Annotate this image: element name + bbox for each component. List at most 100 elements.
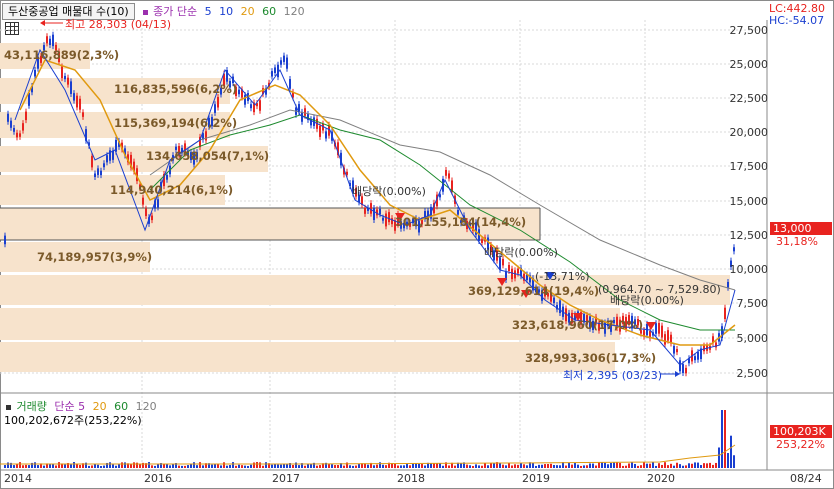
candle — [508, 265, 510, 271]
candle — [655, 323, 657, 334]
candle — [289, 79, 291, 89]
volume-bar — [202, 465, 204, 468]
volume-bar — [49, 464, 51, 468]
volume-bar — [721, 410, 723, 468]
volume-bar — [688, 463, 690, 468]
volume-bar — [550, 463, 552, 468]
volume-bar — [619, 462, 621, 468]
volume-bar — [349, 465, 351, 468]
candle — [7, 113, 9, 122]
volume-bar — [526, 465, 528, 468]
volume-bar — [259, 462, 261, 468]
volume-bar — [493, 463, 495, 468]
price-tick: 5,000 — [736, 332, 769, 345]
candle — [100, 170, 102, 176]
volume-bar — [547, 464, 549, 468]
volume-bar — [601, 462, 603, 468]
volume-bar — [295, 462, 297, 468]
candle — [238, 89, 240, 95]
volume-bar — [181, 465, 183, 468]
volume-bar — [16, 464, 18, 468]
volume-bar — [355, 465, 357, 468]
candle — [304, 108, 306, 116]
volume-bar — [679, 464, 681, 468]
volume-bar — [580, 465, 582, 468]
volume-bar — [406, 464, 408, 468]
volume-bar — [214, 464, 216, 468]
candle — [67, 77, 69, 85]
candle — [370, 203, 372, 214]
volume-bar — [409, 465, 411, 468]
x-tick: 2014 — [4, 472, 32, 485]
price-tick: 7,500 — [736, 297, 769, 310]
candle — [733, 247, 735, 252]
volume-bar — [724, 410, 726, 468]
volume-tag: 100,203K — [770, 425, 832, 438]
candle — [73, 93, 75, 101]
volume-bar — [235, 465, 237, 468]
candle — [682, 364, 684, 374]
candle — [49, 38, 51, 46]
candle — [319, 125, 321, 137]
volume-bar — [343, 465, 345, 468]
candle — [151, 215, 153, 221]
volume-bar — [73, 462, 75, 468]
candle — [676, 349, 678, 353]
candle — [553, 297, 555, 304]
volume-bar — [592, 463, 594, 468]
volume-bar — [499, 462, 501, 468]
volume-bar — [517, 464, 519, 468]
candle — [61, 66, 63, 79]
volume-bar — [217, 463, 219, 468]
candle — [217, 97, 219, 108]
vp-label: 115,369,194(6,2%) — [114, 116, 238, 130]
volume-bar — [43, 465, 45, 468]
vp-label: 134,658,054(7,1%) — [146, 149, 270, 163]
volume-bar — [604, 462, 606, 468]
current-price-tag: 13,000 — [770, 222, 832, 235]
stock-chart-window: 두산중공업 매물대 수(10) 종가 단순 5 10 20 60 120 LC:… — [0, 0, 834, 489]
volume-bar — [643, 462, 645, 468]
price-tick: 12,500 — [729, 229, 769, 242]
candle — [271, 71, 273, 77]
vp-label: 114,940,214(6,1%) — [110, 183, 234, 197]
volume-bar — [25, 464, 27, 468]
volume-bar — [538, 464, 540, 468]
volume-bar — [412, 463, 414, 468]
volume-bar — [430, 463, 432, 468]
volume-bar — [709, 462, 711, 468]
volume-bar — [718, 447, 720, 468]
volume-bar — [163, 464, 165, 468]
candle — [559, 300, 561, 314]
volume-bar — [421, 463, 423, 468]
price-tick: 27,500 — [729, 24, 769, 37]
volume-bar — [280, 464, 282, 468]
volume-bar — [223, 462, 225, 468]
candle — [283, 55, 285, 62]
x-tick: 2019 — [522, 472, 550, 485]
volume-bar — [244, 465, 246, 468]
volume-bar — [358, 464, 360, 468]
volume-bar — [97, 464, 99, 468]
volume-bar — [226, 465, 228, 468]
candle — [445, 169, 447, 176]
candle — [325, 131, 327, 139]
price-tick: 22,500 — [729, 92, 769, 105]
candle — [166, 174, 168, 180]
candle — [91, 156, 93, 168]
volume-bar — [487, 465, 489, 468]
volume-bar — [523, 464, 525, 468]
candle — [373, 208, 375, 220]
volume-bar — [664, 462, 666, 468]
x-tick: 2020 — [647, 472, 675, 485]
candle — [673, 345, 675, 354]
ma120-line — [149, 109, 736, 291]
volume-bar — [19, 462, 21, 468]
candle — [385, 213, 387, 227]
volume-bar — [64, 464, 66, 468]
volume-bar — [352, 465, 354, 468]
volume-bar — [286, 463, 288, 468]
candle — [142, 197, 144, 205]
price-tick: 15,000 — [729, 195, 769, 208]
volume-bar — [253, 462, 255, 468]
